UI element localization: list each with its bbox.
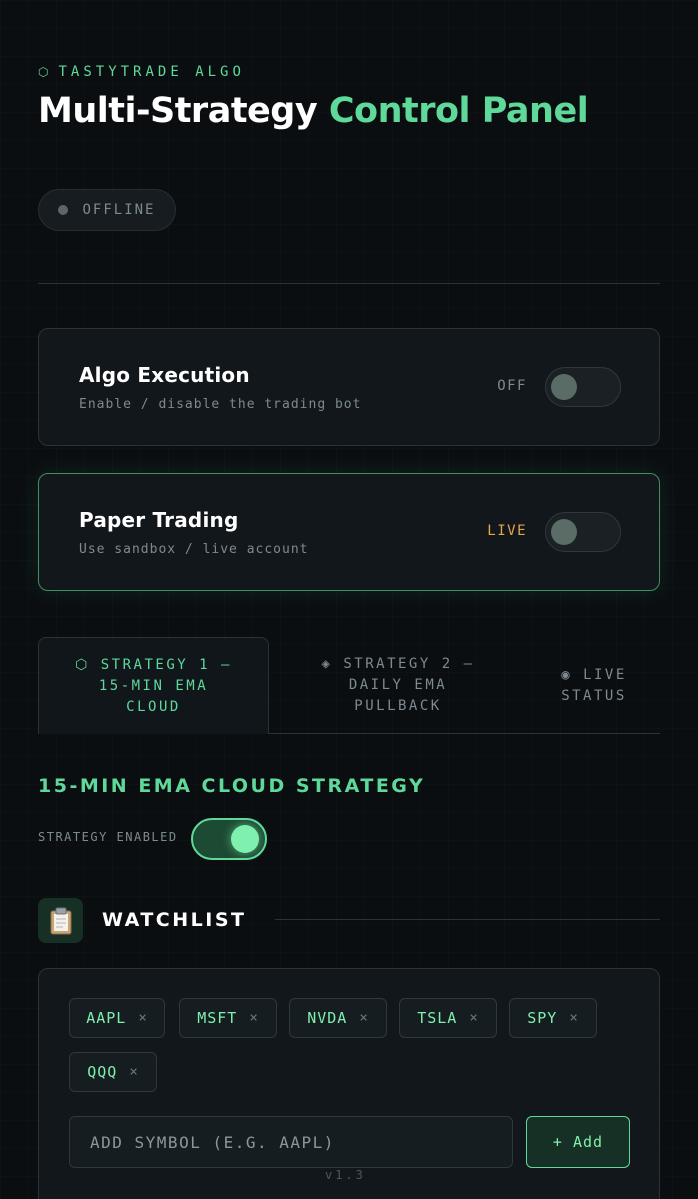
status-badge: OFFLINE	[38, 189, 176, 231]
remove-icon[interactable]: ×	[469, 1010, 478, 1026]
symbol-chip: TSLA ×	[399, 998, 497, 1038]
paper-trading-state: LIVE	[487, 523, 527, 539]
hexagon-icon: ⬡	[75, 656, 90, 673]
toggle-knob	[551, 374, 577, 400]
watchlist-panel: AAPL × MSFT × NVDA × TSLA × SPY × QQQ × …	[38, 968, 660, 1199]
symbol-label: NVDA	[307, 1009, 348, 1027]
symbol-label: TSLA	[417, 1009, 458, 1027]
card-title: Algo Execution	[79, 363, 250, 387]
symbol-chip: AAPL ×	[69, 998, 165, 1038]
symbol-chip: SPY ×	[509, 998, 597, 1038]
remove-icon[interactable]: ×	[359, 1010, 368, 1026]
strategy-enabled-label: STRATEGY ENABLED	[38, 830, 178, 844]
header-divider	[38, 283, 660, 284]
strategy-tabs: ⬡ STRATEGY 1 — 15-MIN EMA CLOUD ◈ STRATE…	[38, 637, 660, 734]
remove-icon[interactable]: ×	[138, 1010, 147, 1026]
add-symbol-input[interactable]	[69, 1116, 513, 1168]
paper-trading-toggle[interactable]	[545, 512, 621, 552]
strategy-title: 15-MIN EMA CLOUD STRATEGY	[38, 775, 426, 797]
card-title: Paper Trading	[79, 508, 239, 532]
card-subtitle: Use sandbox / live account	[79, 542, 309, 557]
tab-label-line: PULLBACK	[354, 698, 442, 714]
tab-strategy-1[interactable]: ⬡ STRATEGY 1 — 15-MIN EMA CLOUD	[38, 637, 269, 734]
tab-strategy-2[interactable]: ◈ STRATEGY 2 — DAILY EMA PULLBACK	[288, 637, 508, 734]
card-subtitle: Enable / disable the trading bot	[79, 397, 362, 412]
version-label: v1.3	[325, 1168, 366, 1182]
diamond-icon: ◈	[321, 656, 333, 672]
strategy-enabled-toggle[interactable]	[191, 818, 267, 860]
symbol-chip: NVDA ×	[289, 998, 387, 1038]
watchlist-title: WATCHLIST	[102, 909, 247, 931]
add-symbol-button[interactable]: + Add	[526, 1116, 630, 1168]
tab-label-line: STATUS	[561, 687, 627, 704]
page-title-accent: Control Panel	[328, 91, 589, 131]
symbol-label: SPY	[527, 1009, 558, 1027]
remove-icon[interactable]: ×	[569, 1010, 578, 1026]
watchlist-divider	[275, 919, 660, 920]
remove-icon[interactable]: ×	[249, 1010, 258, 1026]
page-title: Multi-Strategy Control Panel	[38, 92, 658, 130]
paper-trading-card: Paper Trading Use sandbox / live account…	[38, 473, 660, 591]
symbol-chip: MSFT ×	[179, 998, 277, 1038]
brand-label: TASTYTRADE ALGO	[58, 64, 245, 80]
hexagon-icon: ⬡	[38, 65, 49, 79]
tab-label-line: DAILY EMA	[348, 677, 448, 693]
toggle-knob	[231, 825, 259, 853]
symbol-label: AAPL	[86, 1009, 127, 1027]
clipboard-icon	[38, 898, 83, 943]
remove-icon[interactable]: ×	[129, 1064, 138, 1080]
tab-label-line: 15-MIN EMA	[98, 677, 209, 694]
algo-execution-toggle[interactable]	[545, 367, 621, 407]
algo-execution-state: OFF	[497, 378, 527, 394]
tab-live-status[interactable]: ◉ LIVE STATUS	[528, 637, 660, 734]
brand: ⬡ TASTYTRADE ALGO	[38, 64, 245, 80]
tab-label-line: STRATEGY 1 —	[100, 656, 232, 673]
tab-label-line: STRATEGY 2 —	[343, 656, 475, 672]
symbol-label: QQQ	[87, 1063, 118, 1081]
page-title-main: Multi-Strategy	[38, 91, 329, 131]
symbol-label: MSFT	[197, 1009, 238, 1027]
toggle-knob	[551, 519, 577, 545]
status-dot-icon	[58, 205, 69, 215]
radio-dot-icon: ◉	[561, 666, 573, 683]
status-label: OFFLINE	[82, 202, 156, 218]
tab-label-line: LIVE	[583, 666, 627, 683]
tab-label-line: CLOUD	[126, 698, 181, 715]
algo-execution-card: Algo Execution Enable / disable the trad…	[38, 328, 660, 446]
symbol-chip: QQQ ×	[69, 1052, 157, 1092]
